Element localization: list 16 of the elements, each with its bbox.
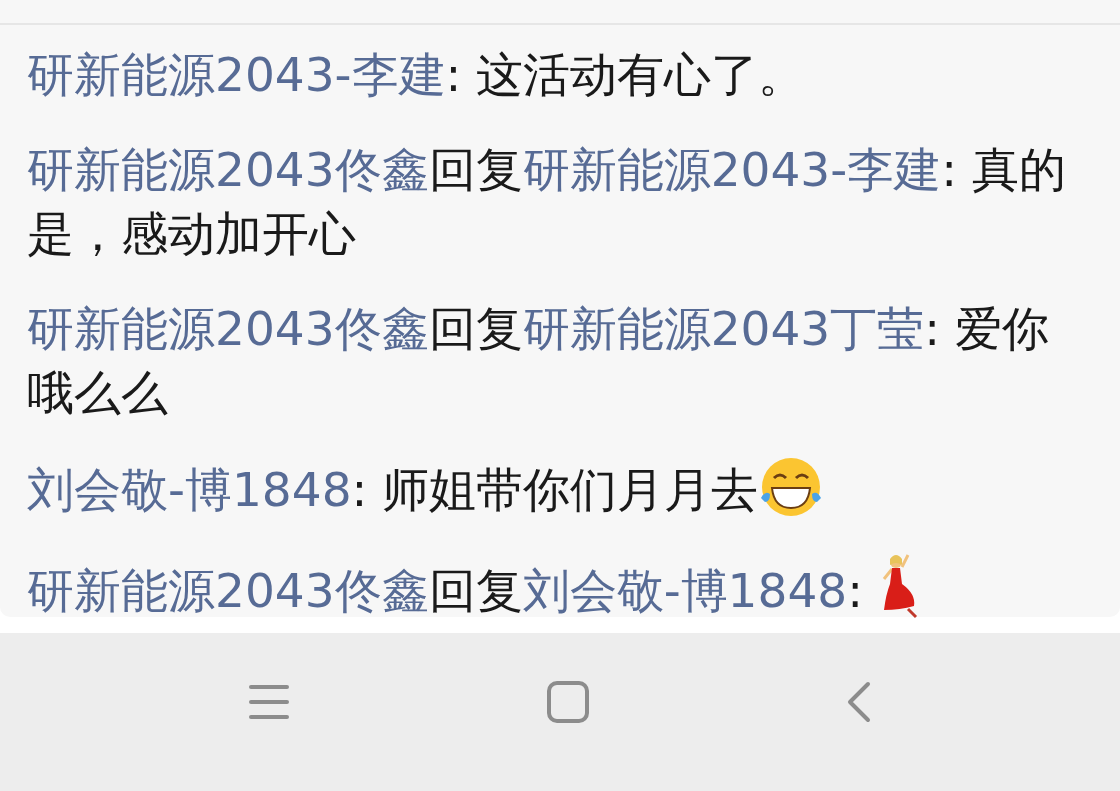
user-link[interactable]: 刘会敬-博1848 [27, 462, 352, 517]
user-link[interactable]: 研新能源2043-李建 [27, 47, 446, 102]
comment-text: 研新能源2043佟鑫回复研新能源2043丁莹: 爱你哦么么 [27, 300, 1051, 422]
home-icon[interactable] [547, 681, 589, 723]
user-link[interactable]: 研新能源2043佟鑫 [27, 301, 429, 356]
user-link[interactable]: 刘会敬-博1848 [522, 563, 848, 618]
comment-text: 研新能源2043-李建: 这活动有心了。 [27, 46, 807, 104]
comment-text: 刘会敬-博1848: 师姐带你们月月去 [27, 456, 1090, 522]
comment-text: 研新能源2043佟鑫回复研新能源2043-李建: 真的是，感动加开心 [27, 141, 1067, 263]
back-icon[interactable] [845, 681, 872, 723]
user-link[interactable]: 研新能源2043-李建 [522, 142, 942, 197]
user-link[interactable]: 研新能源2043佟鑫 [27, 142, 429, 197]
user-link[interactable]: 研新能源2043佟鑫 [27, 563, 429, 618]
user-link[interactable]: 研新能源2043丁莹 [522, 301, 925, 356]
menu-icon[interactable] [248, 684, 291, 720]
comment-text: 研新能源2043佟鑫回复刘会敬-博1848: [27, 553, 1090, 623]
